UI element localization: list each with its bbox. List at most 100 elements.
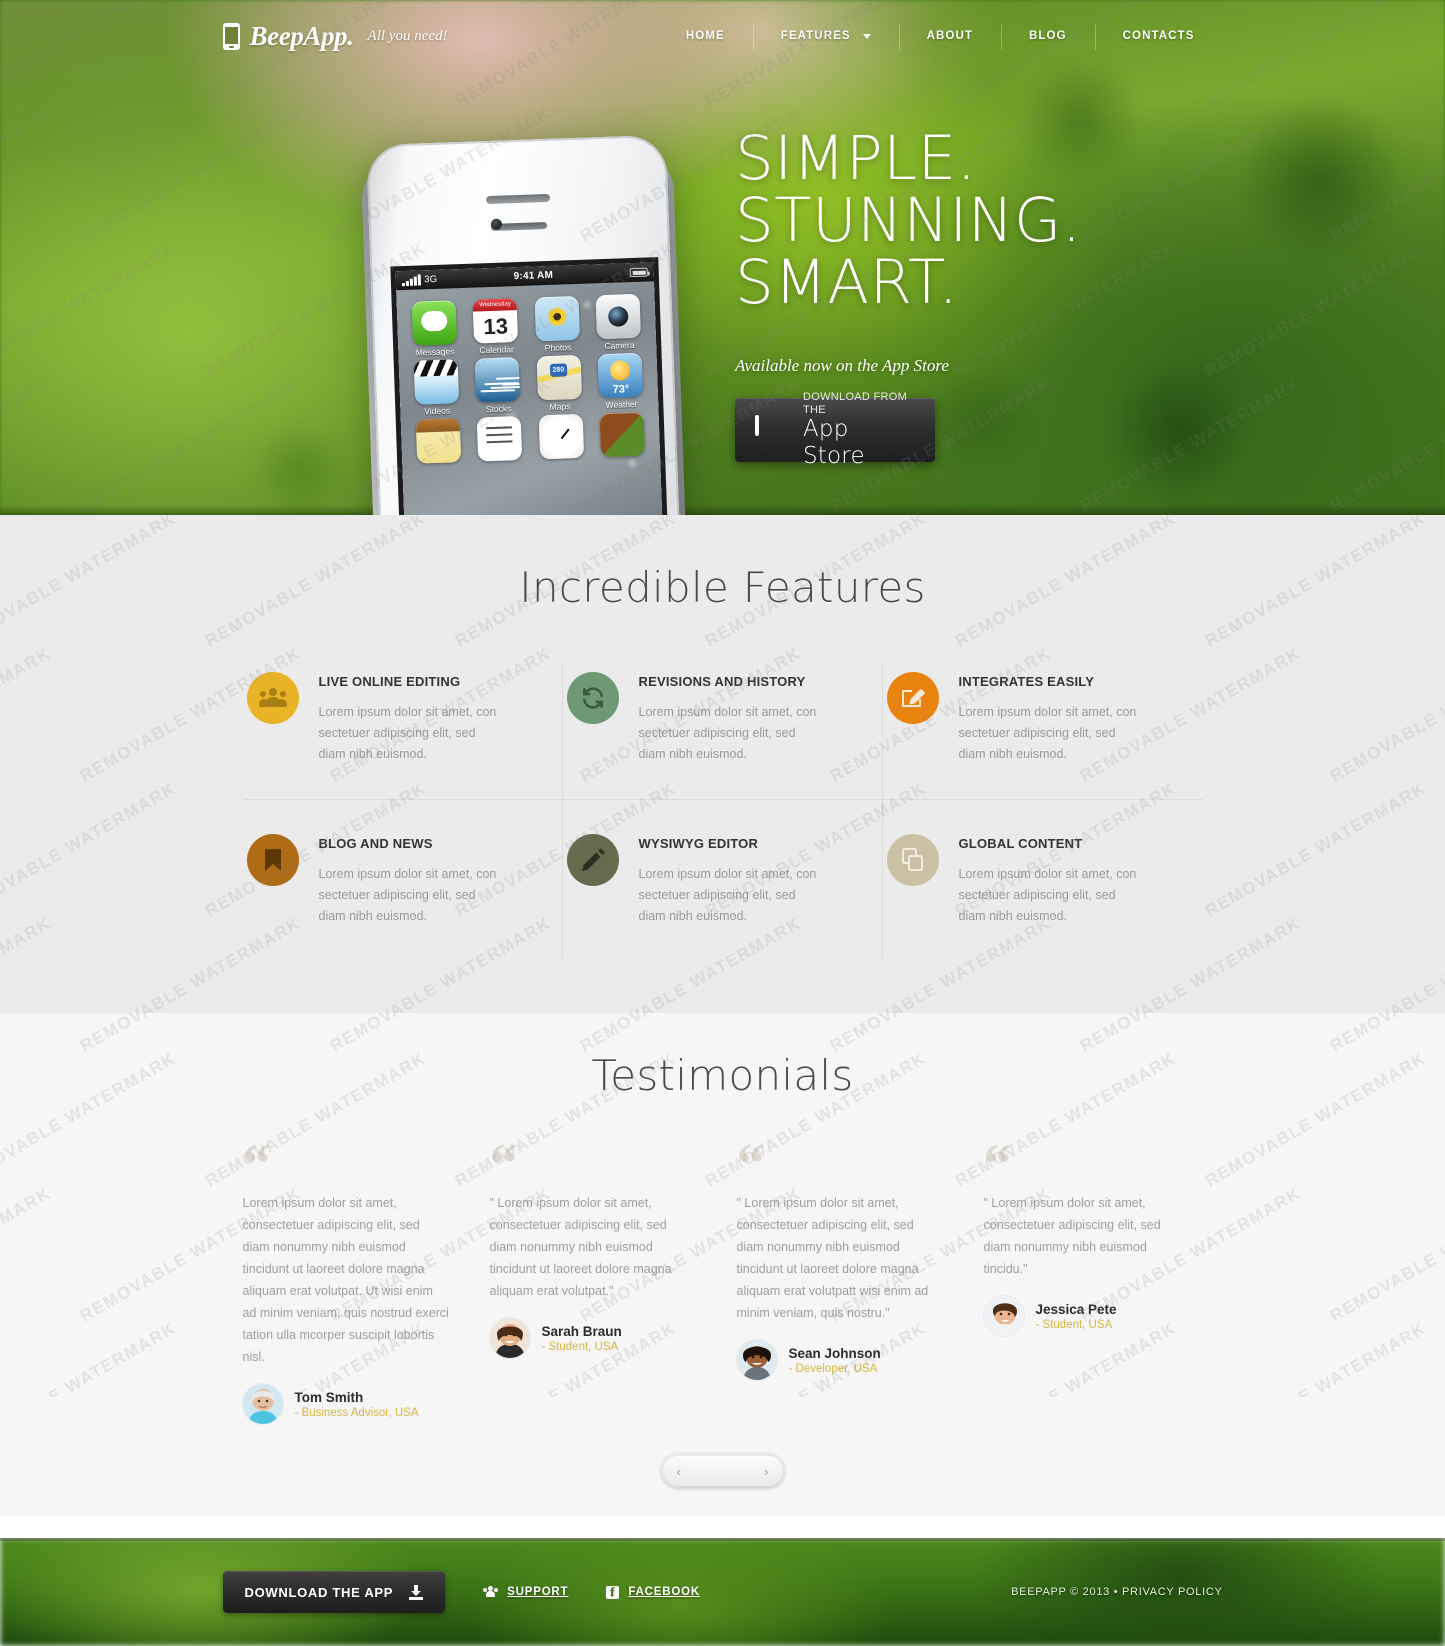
hero-bottom-shadow xyxy=(0,505,1445,515)
bookmark-icon xyxy=(246,834,299,886)
app-camera[interactable]: Camera xyxy=(591,293,646,352)
users-icon xyxy=(246,672,299,724)
feature-text: Lorem ipsum dolor sit amet, con sectetue… xyxy=(318,705,497,761)
app-label: Stocks xyxy=(485,403,512,415)
chevron-down-icon[interactable] xyxy=(862,33,871,39)
quote-icon: “ xyxy=(983,1133,1012,1195)
app-label: Weather xyxy=(605,398,638,411)
phone-speaker-icon xyxy=(485,193,551,205)
hero-subtitle: Available now on the App Store xyxy=(735,356,949,375)
avatar xyxy=(242,1384,283,1424)
app-maps[interactable]: Maps xyxy=(532,354,587,413)
phone-screen: 3G 9:41 AM Messages Wednesday 13 Calenda… xyxy=(395,262,663,515)
carousel-prev-icon[interactable]: ‹ xyxy=(677,1465,681,1478)
testimonial-role: - Business Advisor, USA xyxy=(294,1406,419,1419)
users-icon xyxy=(483,1586,499,1598)
testimonial-role: - Student, USA xyxy=(1035,1318,1113,1331)
app-label: Calendar xyxy=(479,344,514,356)
signal-bars-icon xyxy=(401,274,421,287)
testimonial-author: Tom Smith - Business Advisor, USA xyxy=(242,1384,450,1424)
videos-icon xyxy=(413,359,459,405)
testimonial-item: “ Lorem ipsum dolor sit amet, consectetu… xyxy=(242,1133,462,1424)
app-game-center[interactable] xyxy=(595,411,650,458)
app-label: Camera xyxy=(604,340,635,352)
testimonial-role: - Student, USA xyxy=(541,1340,619,1353)
testimonial-quote: " Lorem ipsum dolor sit amet, consectetu… xyxy=(736,1196,929,1320)
testimonials-title: Testimonials xyxy=(591,1051,854,1100)
testimonial-item: “ " Lorem ipsum dolor sit amet, consecte… xyxy=(736,1133,956,1424)
feature-live-online-editing: LIVE ONLINE EDITING Lorem ipsum dolor si… xyxy=(242,664,563,800)
hero-background-texture xyxy=(0,0,1445,515)
nav-item-home[interactable]: HOME xyxy=(686,30,725,42)
nav-cell-contacts: CONTACTS xyxy=(1094,24,1223,50)
calendar-weekday: Wednesday xyxy=(472,298,518,312)
download-the-app-button[interactable]: DOWNLOAD THE APP xyxy=(222,1571,446,1613)
footer-link-label: FACEBOOK xyxy=(628,1586,700,1598)
logo-name: BeepApp. xyxy=(249,20,354,51)
testimonial-quote: " Lorem ipsum dolor sit amet, consectetu… xyxy=(983,1196,1161,1276)
nav-label-blog: BLOG xyxy=(1029,30,1067,42)
calendar-icon: Wednesday 13 xyxy=(472,298,519,344)
nav-label-about: ABOUT xyxy=(926,30,974,42)
features-title: Incredible Features xyxy=(519,563,926,612)
messages-icon xyxy=(411,300,457,346)
footer-link-facebook[interactable]: FACEBOOK xyxy=(606,1585,700,1599)
feature-blog-and-news: BLOG AND NEWS Lorem ipsum dolor sit amet… xyxy=(243,800,563,957)
feature-title: LIVE ONLINE EDITING xyxy=(318,674,461,689)
feature-text: Lorem ipsum dolor sit amet, con sectetue… xyxy=(318,867,497,923)
weather-icon: 73° xyxy=(597,352,644,399)
facebook-icon xyxy=(606,1585,620,1599)
app-photos[interactable]: Photos xyxy=(530,295,585,354)
hero-headline-line3: SMART. xyxy=(735,247,959,318)
nav-item-about[interactable]: ABOUT xyxy=(927,30,973,42)
section-divider xyxy=(0,1516,1445,1538)
app-calendar[interactable]: Wednesday 13 Calendar xyxy=(468,298,523,356)
stocks-icon xyxy=(474,357,521,403)
main-navigation: HOME FEATURES ABOUT BLOG CONTACTS xyxy=(658,24,1223,50)
notes-icon xyxy=(415,418,461,464)
app-messages[interactable]: Messages xyxy=(407,300,462,358)
feature-title: INTEGRATES EASILY xyxy=(958,674,1095,689)
footer-link-support[interactable]: SUPPORT xyxy=(483,1586,568,1598)
testimonials-grid: “ Lorem ipsum dolor sit amet, consectetu… xyxy=(242,1133,1203,1424)
game-center-icon xyxy=(599,411,646,458)
quote-icon: “ xyxy=(736,1133,765,1195)
reminders-icon xyxy=(476,416,523,462)
nav-item-features[interactable]: FEATURES xyxy=(781,30,851,42)
app-label: Videos xyxy=(424,405,451,417)
hero-headline-line2: STUNNING. xyxy=(735,185,1082,256)
quote-icon: “ xyxy=(489,1133,518,1195)
testimonial-quote: " Lorem ipsum dolor sit amet, consectetu… xyxy=(489,1196,672,1298)
app-videos[interactable]: Videos xyxy=(409,359,464,417)
carousel-next-icon[interactable]: › xyxy=(764,1465,768,1478)
app-label: Photos xyxy=(544,342,572,354)
nav-cell-blog: BLOG xyxy=(1001,24,1095,50)
phone-app-grid: Messages Wednesday 13 Calendar Photos Ca… xyxy=(396,281,660,464)
app-store-download-button[interactable]: DOWNLOAD FROM THE App Store xyxy=(735,391,935,469)
camera-icon xyxy=(595,293,642,340)
testimonial-author: Jessica Pete - Student, USA xyxy=(983,1296,1191,1336)
nav-label-home: HOME xyxy=(685,30,725,42)
app-weather[interactable]: 73° Weather xyxy=(593,352,648,411)
feature-revisions-and-history: REVISIONS AND HISTORY Lorem ipsum dolor … xyxy=(562,664,883,800)
app-notes[interactable] xyxy=(411,418,466,464)
feature-global-content: GLOBAL CONTENT Lorem ipsum dolor sit ame… xyxy=(883,800,1203,957)
app-stocks[interactable]: Stocks xyxy=(470,357,525,415)
testimonial-author: Sarah Braun - Student, USA xyxy=(489,1318,697,1358)
monitor-icon xyxy=(755,415,785,443)
app-clock[interactable] xyxy=(534,413,589,460)
nav-label-contacts: CONTACTS xyxy=(1122,30,1195,42)
edit-box-icon xyxy=(886,672,939,724)
nav-item-blog[interactable]: BLOG xyxy=(1029,30,1067,42)
nav-item-contacts[interactable]: CONTACTS xyxy=(1123,30,1195,42)
testimonials-carousel: ‹ › xyxy=(662,1456,783,1486)
quote-icon: “ xyxy=(242,1133,271,1195)
feature-text: Lorem ipsum dolor sit amet, con sectetue… xyxy=(638,867,817,923)
refresh-icon xyxy=(566,672,619,724)
app-reminders[interactable] xyxy=(472,416,527,462)
feature-title: REVISIONS AND HISTORY xyxy=(638,674,806,689)
avatar xyxy=(983,1296,1024,1336)
site-logo[interactable]: BeepApp. All you need! xyxy=(222,20,448,52)
site-header: BeepApp. All you need! HOME FEATURES ABO… xyxy=(0,0,1445,72)
site-footer: DOWNLOAD THE APP SUPPORT FACEBOOK BEEPAP… xyxy=(0,1538,1445,1646)
